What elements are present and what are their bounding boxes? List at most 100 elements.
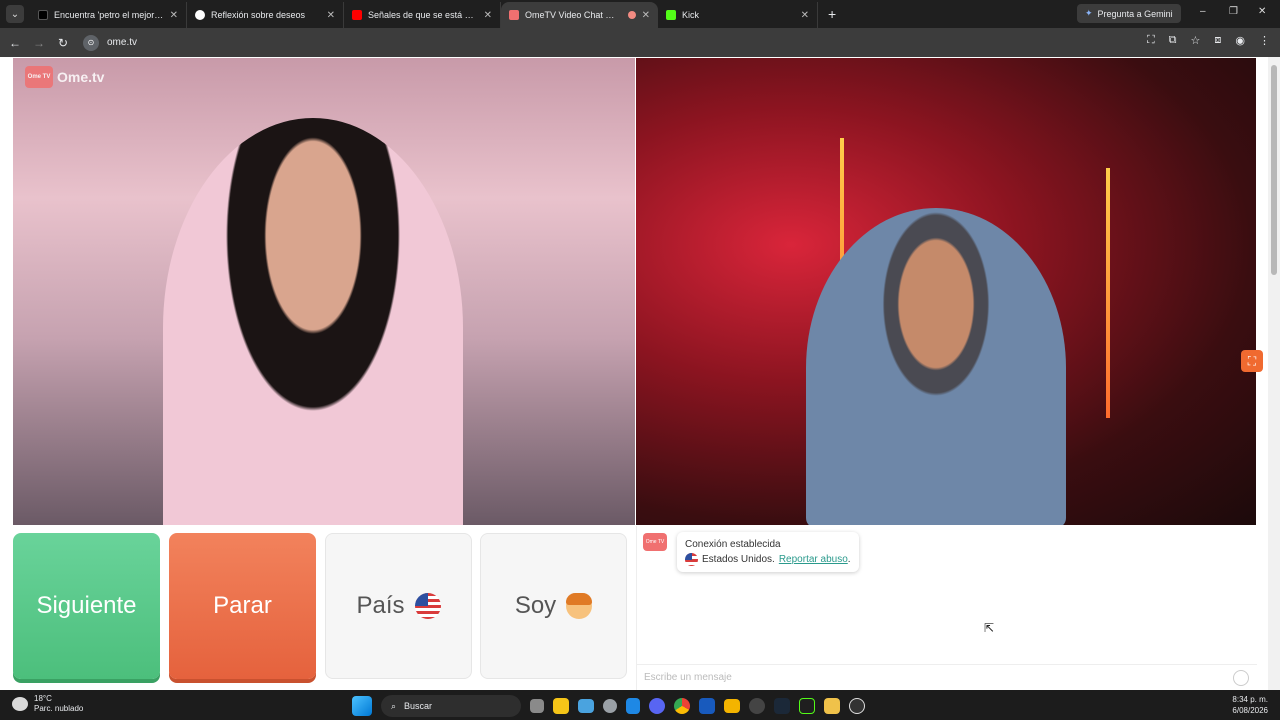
tab-close-icon[interactable]: ✕	[170, 10, 178, 21]
kick-favicon-icon	[666, 10, 676, 20]
ometv-logo-badge: Ome TV	[25, 66, 53, 88]
country-text: Estados Unidos.	[702, 554, 775, 565]
message-input[interactable]: Escribe un mensaje	[637, 664, 1257, 690]
close-window-button[interactable]: ✕	[1258, 6, 1266, 17]
self-video	[636, 58, 1256, 525]
system-clock[interactable]: 8:34 p. m. 6/08/2026	[1232, 694, 1268, 716]
taskbar-search[interactable]: ⌕ Buscar	[381, 695, 521, 717]
start-icon[interactable]	[352, 696, 372, 716]
connection-status-text: Conexión establecida	[685, 539, 781, 550]
system-message-bubble: Conexión establecida Estados Unidos. Rep…	[677, 532, 859, 572]
tab-3[interactable]: Señales de que se está ponienc ✕	[344, 2, 501, 28]
tab-4-active[interactable]: OmeTV Video Chat — Ome ✕	[501, 2, 658, 28]
tab-1[interactable]: Encuentra 'petro el mejor presi ✕	[30, 2, 187, 28]
tab-close-icon[interactable]: ✕	[327, 10, 335, 21]
ometv-logo-text: Ome.tv	[57, 69, 105, 85]
weather-text: Parc. nublado	[34, 704, 84, 713]
chrome-icon[interactable]	[674, 698, 690, 714]
gemini-button[interactable]: ✦ Pregunta a Gemini	[1077, 4, 1181, 23]
bookmark-star-icon[interactable]: ☆	[1191, 34, 1201, 47]
tab-close-icon[interactable]: ✕	[642, 10, 650, 21]
translate-icon[interactable]: ⛶	[1147, 34, 1155, 47]
minimize-button[interactable]: –	[1200, 6, 1206, 17]
country-button[interactable]: País	[325, 533, 472, 679]
temperature-text: 18°C	[34, 694, 52, 703]
tiktok-favicon-icon	[38, 10, 48, 20]
us-flag-icon	[414, 593, 441, 619]
profile-avatar[interactable]: ◉	[1235, 34, 1245, 47]
media-icon[interactable]	[849, 698, 865, 714]
new-tab-button[interactable]: +	[828, 6, 836, 22]
gemini-label: Pregunta a Gemini	[1097, 8, 1173, 19]
led-lamp-right	[1106, 168, 1110, 418]
page-scrollbar[interactable]	[1268, 57, 1280, 690]
back-button[interactable]: ←	[3, 36, 27, 50]
ometv-page: Ome TV Ome.tv ⛶ Siguiente Parar País Soy…	[0, 57, 1280, 690]
address-bar[interactable]: ⊙ ome.tv	[81, 32, 1101, 54]
next-button[interactable]: Siguiente	[13, 533, 160, 679]
tab-4-label: OmeTV Video Chat — Ome	[525, 10, 622, 20]
forward-button[interactable]: →	[27, 36, 51, 50]
recording-indicator-icon	[627, 11, 636, 19]
windows-taskbar: 18°C Parc. nublado ⌕ Buscar 8:34 p. m. 6…	[0, 690, 1280, 720]
gemini-sparkle-icon: ✦	[1085, 8, 1093, 18]
tab-close-icon[interactable]: ✕	[484, 10, 492, 21]
steam-icon[interactable]	[774, 698, 790, 714]
report-suffix: .	[847, 554, 851, 565]
settings-icon[interactable]	[603, 699, 617, 713]
mail-icon[interactable]	[578, 699, 594, 713]
toolbar-actions: ⛶ ⧉ ☆ ⧈ ◉ ⋮	[1147, 34, 1270, 47]
screenshot-capture-button[interactable]: ⛶	[1241, 350, 1263, 372]
message-placeholder: Escribe un mensaje	[644, 672, 732, 683]
gender-button-label: Soy	[514, 592, 557, 619]
ometv-chat-avatar: Ome TV	[643, 533, 667, 551]
mouse-cursor-icon: ⇱	[984, 621, 995, 635]
menu-kebab-icon[interactable]: ⋮	[1259, 34, 1270, 47]
gender-button[interactable]: Soy	[480, 533, 627, 679]
tab-2-label: Reflexión sobre deseos	[211, 10, 306, 20]
emoji-icon[interactable]	[1233, 670, 1249, 686]
tab-close-icon[interactable]: ✕	[801, 10, 809, 21]
discord-icon[interactable]	[649, 698, 665, 714]
clock-time: 8:34 p. m.	[1232, 695, 1268, 704]
explorer-icon[interactable]	[724, 699, 740, 713]
tab-5-label: Kick	[682, 10, 700, 20]
tab-2[interactable]: Reflexión sobre deseos ✕	[187, 2, 344, 28]
word-icon[interactable]	[699, 698, 715, 714]
stranger-video: Ome TV Ome.tv	[13, 58, 635, 525]
country-button-label: País	[356, 592, 405, 619]
scrollbar-thumb[interactable]	[1271, 65, 1277, 275]
task-view-icon[interactable]	[530, 699, 544, 713]
tab-3-label: Señales de que se está ponienc	[368, 10, 478, 20]
stop-button[interactable]: Parar	[169, 533, 316, 679]
taskbar-apps: ⌕ Buscar	[352, 695, 865, 717]
weather-widget[interactable]: 18°C Parc. nublado	[12, 694, 83, 714]
country-row: Estados Unidos. Reportar abuso.	[685, 552, 851, 567]
chat-panel: Ome TV Conexión establecida Estados Unid…	[636, 526, 1257, 690]
self-person-figure	[806, 208, 1066, 525]
kick-icon[interactable]	[799, 698, 815, 714]
maximize-button[interactable]: ❐	[1229, 6, 1238, 17]
stop-button-label: Parar	[213, 592, 272, 619]
clock-date: 6/08/2026	[1232, 706, 1268, 715]
tab-search-chevron-icon[interactable]: ⌄	[6, 5, 24, 23]
security-icon[interactable]	[626, 698, 640, 714]
reload-button[interactable]: ↻	[51, 36, 75, 50]
browser-toolbar: ← → ↻ ⊙ ome.tv ⛶ ⧉ ☆ ⧈ ◉ ⋮	[0, 28, 1280, 57]
report-abuse-link[interactable]: Reportar abuso	[779, 554, 848, 565]
obs-icon[interactable]	[749, 698, 765, 714]
extensions-icon[interactable]: ⧈	[1214, 34, 1221, 47]
cast-icon[interactable]: ⧉	[1169, 34, 1177, 47]
stranger-person-figure	[163, 118, 463, 525]
tab-1-label: Encuentra 'petro el mejor presi	[54, 10, 164, 20]
tab-5[interactable]: Kick ✕	[658, 2, 818, 28]
notes-icon[interactable]	[824, 698, 840, 714]
us-flag-small-icon	[685, 553, 698, 566]
site-info-icon[interactable]: ⊙	[83, 34, 99, 51]
next-button-label: Siguiente	[36, 592, 137, 619]
boy-emoji-icon	[566, 593, 593, 619]
store-icon[interactable]	[553, 698, 569, 714]
ometv-favicon-icon	[509, 10, 519, 20]
ometv-logo: Ome TV Ome.tv	[25, 66, 104, 88]
url-text: ome.tv	[107, 37, 138, 48]
